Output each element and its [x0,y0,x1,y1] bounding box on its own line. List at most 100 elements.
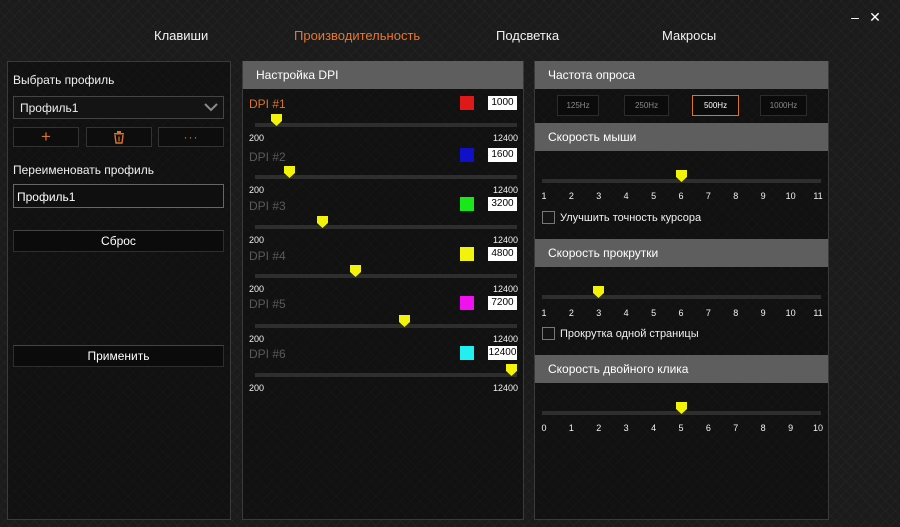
slider-tick-label: 11 [813,308,823,318]
slider-tick-label: 1 [568,423,574,433]
dpi-slider-thumb[interactable] [399,315,411,327]
polling-option-125[interactable]: 125Hz [557,95,599,116]
dpi-slider-track[interactable] [255,123,517,127]
double-click-speed-header: Скорость двойного клика [535,355,828,383]
slider-tick-label: 7 [733,423,739,433]
slider-tick-label: 6 [705,423,711,433]
dpi-slider-thumb[interactable] [271,114,283,126]
tab-lighting[interactable]: Подсветка [496,28,559,43]
dpi-level-name[interactable]: DPI #2 [249,150,286,164]
slider-tick-label: 8 [733,308,739,318]
slider-tick-label: 7 [705,308,711,318]
scroll-speed-thumb[interactable] [593,286,605,298]
slider-tick-label: 10 [785,308,796,318]
polling-option-250[interactable]: 250Hz [624,95,669,116]
dpi-max-label: 12400 [493,383,519,393]
dpi-value-field[interactable]: 4800 [488,247,517,261]
dpi-slider-track[interactable] [255,373,517,377]
profile-dropdown-value: Профиль1 [20,101,79,115]
dpi-max-label: 12400 [493,284,519,294]
polling-option-1000[interactable]: 1000Hz [760,95,807,116]
single-page-scroll-label: Прокрутка одной страницы [560,328,699,340]
dpi-slider-thumb[interactable] [506,364,517,376]
single-page-scroll-checkbox[interactable] [542,327,555,340]
add-profile-button[interactable]: + [13,127,79,147]
slider-tick-label: 9 [760,191,766,201]
dpi-value-field[interactable]: 7200 [488,296,517,310]
slider-tick-label: 1 [541,191,547,201]
slider-tick-label: 8 [733,191,739,201]
tab-performance[interactable]: Производительность [294,28,420,43]
dpi-slider-track[interactable] [255,324,517,328]
slider-tick-label: 10 [785,191,796,201]
dpi-value-field[interactable]: 3200 [488,197,517,211]
dpi-max-label: 12400 [493,235,519,245]
more-icon: ··· [183,130,199,144]
chevron-down-icon [204,103,218,112]
slider-tick-label: 8 [760,423,766,433]
dpi-slider-thumb[interactable] [316,216,328,228]
mouse-speed-header: Скорость мыши [535,123,828,151]
slider-tick-label: 6 [678,308,684,318]
delete-profile-button[interactable] [86,127,152,147]
rename-profile-label: Переименовать профиль [13,163,154,177]
slider-tick-label: 7 [705,191,711,201]
dpi-max-label: 12400 [493,133,519,143]
dpi-slider-track[interactable] [255,274,517,278]
slider-tick-label: 3 [596,308,602,318]
dpi-level-name[interactable]: DPI #6 [249,347,286,361]
dpi-min-label: 200 [249,383,265,393]
dpi-slider-track[interactable] [255,225,517,229]
dpi-level-name[interactable]: DPI #1 [249,97,286,111]
slider-tick-label: 0 [541,423,547,433]
dpi-value-field[interactable]: 1600 [488,148,517,162]
dpi-color-swatch[interactable] [460,148,474,162]
apply-button[interactable]: Применить [13,345,224,367]
dpi-level-name[interactable]: DPI #5 [249,297,286,311]
dpi-color-swatch[interactable] [460,247,474,261]
rename-profile-input[interactable]: Профиль1 [13,184,224,208]
minimize-button[interactable]: – [848,10,862,24]
dpi-slider-thumb[interactable] [349,265,361,277]
slider-tick-label: 4 [651,423,657,433]
double-click-speed-thumb[interactable] [675,402,687,414]
dpi-level-name[interactable]: DPI #3 [249,199,286,213]
mouse-speed-thumb[interactable] [675,170,687,182]
scroll-speed-header: Скорость прокрутки [535,239,828,267]
dpi-slider-thumb[interactable] [283,166,295,178]
scroll-speed-track[interactable] [542,295,821,299]
plus-icon: + [41,127,51,146]
close-button[interactable]: ✕ [868,10,882,24]
dpi-color-swatch[interactable] [460,96,474,110]
slider-tick-label: 5 [651,308,657,318]
cursor-precision-label: Улучшить точность курсора [560,212,702,224]
dpi-header: Настройка DPI [243,61,523,89]
dpi-max-label: 12400 [493,334,519,344]
dpi-min-label: 200 [249,334,265,344]
more-options-button[interactable]: ··· [158,127,224,147]
slider-tick-label: 4 [623,308,629,318]
tab-macros[interactable]: Макросы [662,28,716,43]
tab-keys[interactable]: Клавиши [154,28,208,43]
slider-tick-label: 5 [651,191,657,201]
dpi-level-name[interactable]: DPI #4 [249,249,286,263]
dpi-min-label: 200 [249,235,265,245]
slider-tick-label: 2 [596,423,602,433]
polling-rate-header: Частота опроса [535,61,828,89]
dpi-color-swatch[interactable] [460,296,474,310]
slider-tick-label: 10 [812,423,823,433]
slider-tick-label: 4 [623,191,629,201]
dpi-color-swatch[interactable] [460,197,474,211]
polling-option-500[interactable]: 500Hz [692,95,739,116]
dpi-value-field[interactable]: 1000 [488,96,517,110]
slider-tick-label: 9 [760,308,766,318]
cursor-precision-checkbox[interactable] [542,211,555,224]
profile-dropdown[interactable]: Профиль1 [13,96,224,119]
dpi-color-swatch[interactable] [460,346,474,360]
slider-tick-label: 6 [678,191,684,201]
slider-tick-label: 9 [788,423,794,433]
dpi-value-field[interactable]: 12400 [488,346,517,360]
reset-button[interactable]: Сброс [13,230,224,252]
slider-tick-label: 5 [678,423,684,433]
trash-icon [114,130,124,144]
